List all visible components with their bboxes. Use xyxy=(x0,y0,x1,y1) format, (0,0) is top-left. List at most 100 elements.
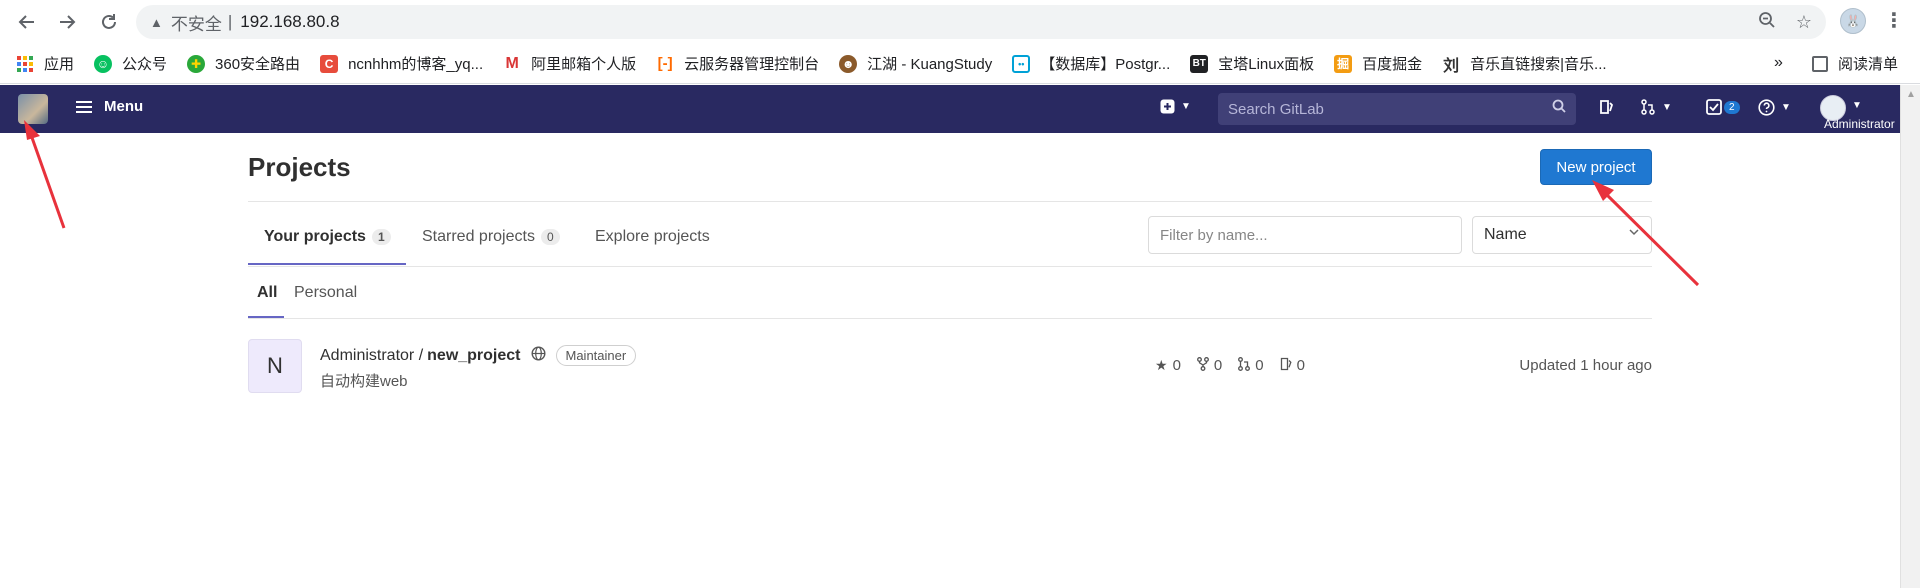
scroll-up-arrow-icon[interactable]: ▲ xyxy=(1906,89,1916,100)
reload-icon xyxy=(102,14,116,29)
bookmark-item[interactable]: ☻ 江湖 - KuangStudy xyxy=(839,53,992,74)
tab-label: Explore projects xyxy=(595,228,710,245)
bookmark-item[interactable]: 应用 xyxy=(16,53,74,74)
forks-count[interactable]: 0 xyxy=(1196,357,1223,374)
chevron-down-icon[interactable]: ▼ xyxy=(1852,100,1862,111)
issues-nav-button[interactable] xyxy=(1598,99,1614,115)
search-icon[interactable] xyxy=(1552,99,1566,117)
url-text[interactable]: 192.168.80.8 xyxy=(240,12,339,32)
reload-button[interactable] xyxy=(94,7,124,37)
browser-toolbar: ▲ 不安全 | 192.168.80.8 ☆ 🐰 ⋮ xyxy=(0,0,1920,44)
omnibox-actions: ☆ xyxy=(1758,5,1826,39)
subtab-all[interactable]: All xyxy=(257,284,277,302)
juejin-icon: 掘 xyxy=(1334,54,1353,73)
menu-button[interactable]: Menu xyxy=(76,98,143,115)
chevron-down-icon: ▼ xyxy=(1781,102,1791,113)
reading-list-button[interactable]: 阅读清单 xyxy=(1812,53,1898,74)
bookmark-label: 公众号 xyxy=(122,56,168,73)
todo-check-icon xyxy=(1706,99,1722,115)
new-project-button[interactable]: New project xyxy=(1540,149,1652,185)
tab-your-projects[interactable]: Your projects 1 xyxy=(264,228,391,246)
bookmark-label: 音乐直链搜索|音乐... xyxy=(1470,56,1607,73)
create-new-dropdown[interactable]: ▼ xyxy=(1160,99,1191,114)
gitlab-navbar: Menu ▼ ▼ 2 ▼ ▼ Administrator xyxy=(0,85,1900,133)
browser-profile-avatar[interactable]: 🐰 xyxy=(1840,8,1866,34)
filter-by-name-input[interactable] xyxy=(1148,216,1462,254)
subtab-personal[interactable]: Personal xyxy=(294,284,357,302)
divider xyxy=(248,266,1652,267)
chevron-down-icon: ▼ xyxy=(1181,101,1191,112)
tab-starred-projects[interactable]: Starred projects 0 xyxy=(422,228,560,246)
project-name-link[interactable]: new_project xyxy=(427,347,520,365)
forks-value: 0 xyxy=(1213,357,1223,374)
address-bar[interactable]: ▲ 不安全 | 192.168.80.8 ☆ xyxy=(136,5,1826,39)
bookmark-label: 360安全路由 xyxy=(215,56,301,73)
warning-triangle-icon[interactable]: ▲ xyxy=(150,15,163,30)
kuangstudy-icon: ☻ xyxy=(839,54,858,73)
gitlab-search[interactable] xyxy=(1218,93,1576,125)
project-avatar[interactable]: N xyxy=(248,339,302,393)
sort-dropdown[interactable]: Name xyxy=(1472,216,1652,254)
csdn-icon: C xyxy=(320,54,339,73)
annotation-arrow xyxy=(24,120,66,229)
bookmarks-bar: 应用 ☺ 公众号 ✚ 360安全路由 C ncnhhm的博客_yq... M 阿… xyxy=(0,44,1920,84)
chevron-down-icon: ▼ xyxy=(1662,101,1672,113)
zoom-icon[interactable] xyxy=(1758,11,1776,34)
issues-count[interactable]: 0 xyxy=(1280,357,1305,374)
bookmark-item[interactable]: [-] 云服务器管理控制台 xyxy=(656,53,820,74)
tab-count-badge: 0 xyxy=(540,229,560,245)
arrow-left-icon xyxy=(18,15,34,29)
bookmark-label: ncnhhm的博客_yq... xyxy=(348,56,484,73)
bookmark-item[interactable]: 刘 音乐直链搜索|音乐... xyxy=(1442,53,1607,75)
project-title: Administrator / new_project Maintainer xyxy=(320,345,637,366)
merge-request-icon xyxy=(1238,357,1251,374)
bookmark-item[interactable]: ✚ 360安全路由 xyxy=(187,53,300,74)
page-title: Projects xyxy=(248,152,351,182)
bookmark-item[interactable]: •• 【数据库】Postgr... xyxy=(1012,53,1170,74)
issues-icon xyxy=(1280,357,1292,374)
divider xyxy=(248,201,1652,202)
bookmark-item[interactable]: 掘 百度掘金 xyxy=(1334,53,1422,74)
360-icon: ✚ xyxy=(187,54,206,73)
stars-value: 0 xyxy=(1172,357,1181,374)
security-label: 不安全 xyxy=(170,14,222,34)
project-namespace-link[interactable]: Administrator / xyxy=(320,347,423,365)
url-separator: | xyxy=(227,12,233,31)
search-input[interactable] xyxy=(1228,100,1528,118)
divider xyxy=(248,318,1652,319)
globe-visibility-icon xyxy=(530,346,546,365)
tab-count-badge: 1 xyxy=(371,229,391,245)
active-tab-indicator xyxy=(248,263,406,265)
more-bookmarks-button[interactable]: » xyxy=(1774,54,1783,72)
star-bookmark-icon[interactable]: ☆ xyxy=(1796,12,1812,33)
bookmark-item[interactable]: ☺ 公众号 xyxy=(94,53,167,74)
todos-button[interactable]: 2 xyxy=(1706,99,1740,115)
tab-label: Your projects xyxy=(264,228,366,245)
project-stats: ★ 0 0 0 0 xyxy=(1155,357,1321,374)
bookmark-label: 应用 xyxy=(44,56,75,73)
hamburger-icon xyxy=(76,100,92,113)
bookmark-item[interactable]: C ncnhhm的博客_yq... xyxy=(320,53,483,74)
tab-explore-projects[interactable]: Explore projects xyxy=(595,228,710,246)
back-button[interactable] xyxy=(12,7,42,37)
music-icon: 刘 xyxy=(1443,57,1460,75)
star-icon: ★ xyxy=(1155,357,1168,373)
merge-requests-count[interactable]: 0 xyxy=(1238,357,1264,374)
forward-button[interactable] xyxy=(52,7,82,37)
help-dropdown[interactable]: ▼ xyxy=(1758,99,1791,116)
bilibili-icon: •• xyxy=(1012,54,1031,73)
browser-menu-icon[interactable]: ⋮ xyxy=(1884,8,1904,33)
gitlab-logo[interactable] xyxy=(18,94,48,124)
page-scrollbar[interactable]: ▲ xyxy=(1900,85,1920,588)
issues-icon xyxy=(1600,100,1614,114)
aliyun-mail-icon: M xyxy=(505,54,519,72)
stars-count[interactable]: ★ 0 xyxy=(1155,357,1181,374)
sort-value: Name xyxy=(1484,226,1527,243)
role-badge: Maintainer xyxy=(555,345,637,366)
updated-timestamp: Updated 1 hour ago xyxy=(1519,357,1652,374)
bookmark-item[interactable]: BT 宝塔Linux面板 xyxy=(1190,53,1314,74)
merge-requests-dropdown[interactable]: ▼ xyxy=(1640,99,1672,115)
merge-requests-value: 0 xyxy=(1255,357,1264,374)
bookmark-item[interactable]: M 阿里邮箱个人版 xyxy=(503,53,636,74)
tab-label: Starred projects xyxy=(422,228,535,245)
